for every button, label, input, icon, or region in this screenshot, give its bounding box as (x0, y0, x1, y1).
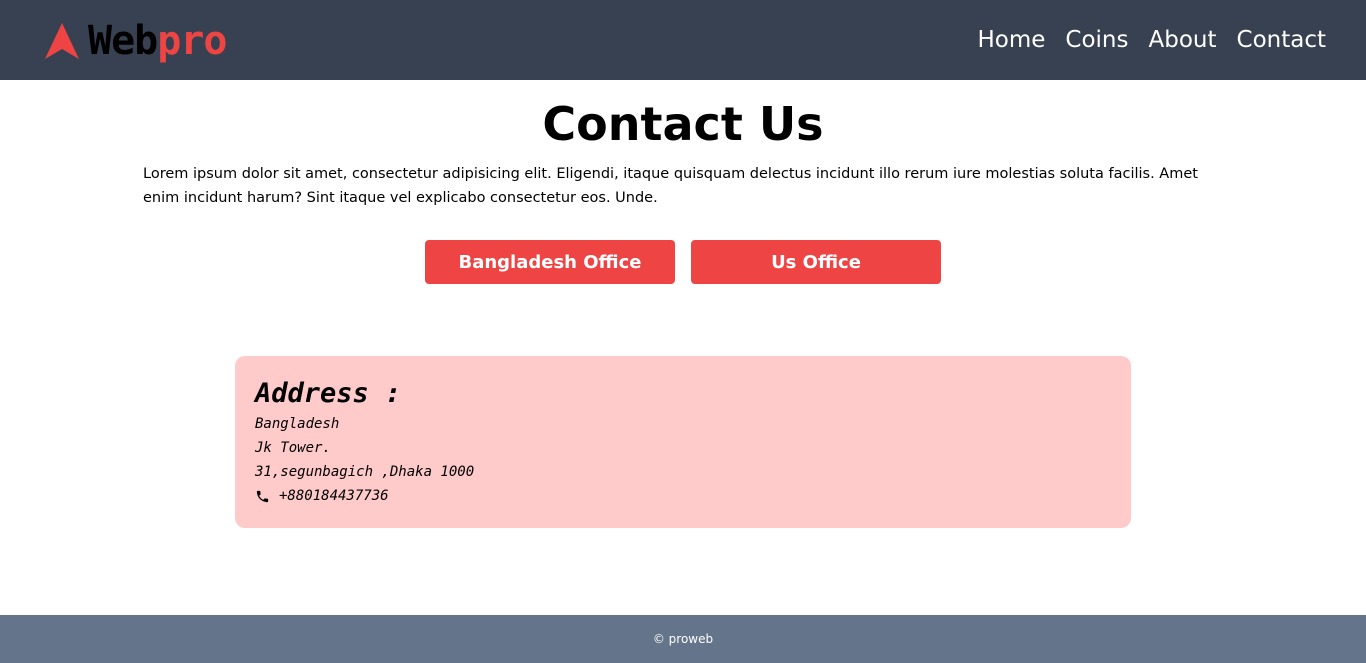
address-building: Jk Tower. (255, 440, 331, 456)
nav-menu: Home Coins About Contact (977, 24, 1326, 56)
navbar: Webpro Home Coins About Contact (0, 0, 1366, 80)
us-office-button[interactable]: Us Office (691, 240, 941, 284)
brand-name-part2: pro (157, 18, 227, 64)
address-street: 31,segunbagich ,Dhaka 1000 (255, 464, 475, 480)
address-phone-row: +880184437736 (255, 484, 1111, 508)
brand-name: Webpro (88, 18, 228, 64)
address-card: Address : Bangladesh Jk Tower. 31,segunb… (235, 356, 1131, 528)
page-title: Contact Us (542, 97, 824, 151)
phone-icon (256, 490, 269, 502)
nav-about-link[interactable]: About (1149, 24, 1217, 56)
intro-paragraph: Lorem ipsum dolor sit amet, consectetur … (143, 166, 1198, 206)
footer-copyright: © proweb (652, 632, 714, 646)
brand-logo[interactable]: Webpro (44, 18, 228, 64)
phone-number: +880184437736 (279, 488, 389, 504)
nav-home-link[interactable]: Home (977, 24, 1045, 56)
nav-coins-link[interactable]: Coins (1065, 24, 1128, 56)
footer: © proweb (0, 615, 1366, 663)
address-country: Bangladesh (255, 416, 340, 432)
address-heading: Address : (255, 378, 402, 409)
arrow-up-logo-icon (45, 23, 79, 59)
nav-contact-link[interactable]: Contact (1237, 24, 1326, 56)
bangladesh-office-button[interactable]: Bangladesh Office (425, 240, 675, 284)
brand-name-part1: Web (88, 18, 158, 64)
